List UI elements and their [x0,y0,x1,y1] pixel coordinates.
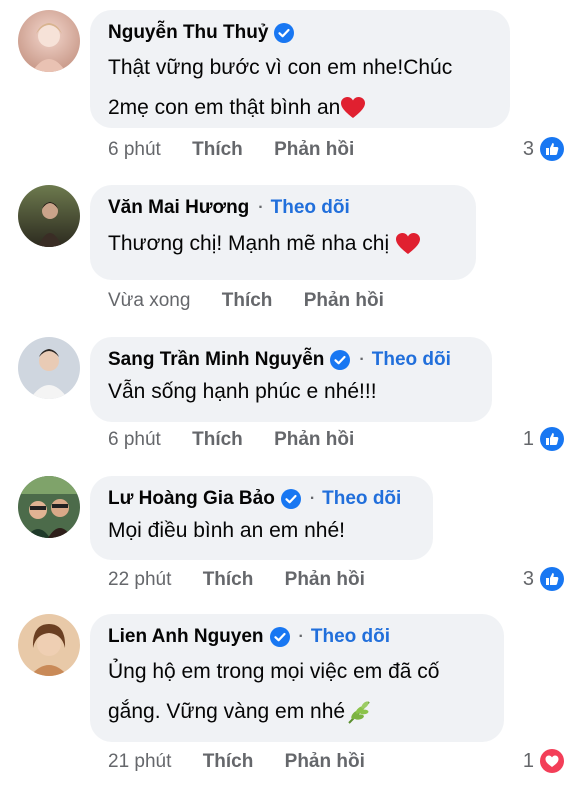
reaction-summary[interactable]: 1 [523,427,564,451]
author-name[interactable]: Sang Trần Minh Nguyễn [108,349,324,371]
follow-button[interactable]: Theo dõi [271,197,350,219]
love-icon [540,749,564,773]
reaction-summary[interactable]: 3 [523,567,564,591]
reply-button[interactable]: Phản hồi [285,751,365,773]
comment-bubble: Lien Anh Nguyen · Theo dõi Ủng hộ em tro… [90,614,504,742]
author-name[interactable]: Lư Hoàng Gia Bảo [108,488,275,510]
reply-button[interactable]: Phản hồi [285,569,365,591]
reply-button[interactable]: Phản hồi [274,139,354,161]
comment-bubble: Sang Trần Minh Nguyễn · Theo dõi Vẫn sốn… [90,337,492,422]
verified-badge-icon [269,627,290,647]
like-icon [540,567,564,591]
comment-text: Mọi điều bình an em nhé! [108,519,345,542]
avatar[interactable] [18,10,80,72]
reply-button[interactable]: Phản hồi [304,290,384,312]
follow-button[interactable]: Theo dõi [311,626,390,648]
comment-text: Vẫn sống hạnh phúc e nhé!!! [108,380,377,403]
verified-badge-icon [330,350,351,370]
author-name[interactable]: Lien Anh Nguyen [108,626,264,648]
avatar[interactable] [18,476,80,538]
avatar[interactable] [18,185,80,247]
like-button[interactable]: Thích [192,429,243,451]
comment-time[interactable]: Vừa xong [108,290,190,312]
verified-badge-icon [280,489,301,509]
comment-meta: Vừa xong Thích Phản hồi [108,290,384,312]
like-button[interactable]: Thích [203,751,254,773]
comment-time[interactable]: 6 phút [108,139,161,161]
comment-text: Thương chị! Mạnh mẽ nha chị [108,227,458,261]
comment-time[interactable]: 6 phút [108,429,161,451]
reaction-summary[interactable]: 3 [523,137,564,161]
like-icon [540,137,564,161]
like-button[interactable]: Thích [203,569,254,591]
verified-badge-icon [274,23,295,43]
author-name[interactable]: Nguyễn Thu Thuỷ [108,22,268,44]
comment-bubble: Văn Mai Hương · Theo dõi Thương chị! Mạn… [90,185,476,280]
comment-text: Thật vững bước vì con em nhe!Chúc 2mẹ co… [108,56,453,119]
avatar[interactable] [18,337,80,399]
like-icon [540,427,564,451]
reaction-summary[interactable]: 1 [523,749,564,773]
like-button[interactable]: Thích [192,139,243,161]
comment-bubble: Nguyễn Thu Thuỷ Thật vững bước vì con em… [90,10,510,128]
comment-meta: 6 phút Thích Phản hồi [108,429,354,451]
comment-meta: 6 phút Thích Phản hồi [108,139,354,161]
like-button[interactable]: Thích [222,290,273,312]
heart-emoji-icon [395,233,420,255]
comment-bubble: Lư Hoàng Gia Bảo · Theo dõi Mọi điều bìn… [90,476,433,560]
avatar[interactable] [18,614,80,676]
comment-meta: 22 phút Thích Phản hồi [108,569,365,591]
herb-emoji-icon [348,701,370,725]
comment-time[interactable]: 21 phút [108,751,171,773]
follow-button[interactable]: Theo dõi [322,488,401,510]
comment-time[interactable]: 22 phút [108,569,171,591]
follow-button[interactable]: Theo dõi [372,349,451,371]
reply-button[interactable]: Phản hồi [274,429,354,451]
comment-meta: 21 phút Thích Phản hồi [108,751,365,773]
author-name[interactable]: Văn Mai Hương [108,197,249,219]
comment-text: Ủng hộ em trong mọi việc em đã cố gắng. … [108,652,486,732]
heart-emoji-icon [341,97,366,119]
